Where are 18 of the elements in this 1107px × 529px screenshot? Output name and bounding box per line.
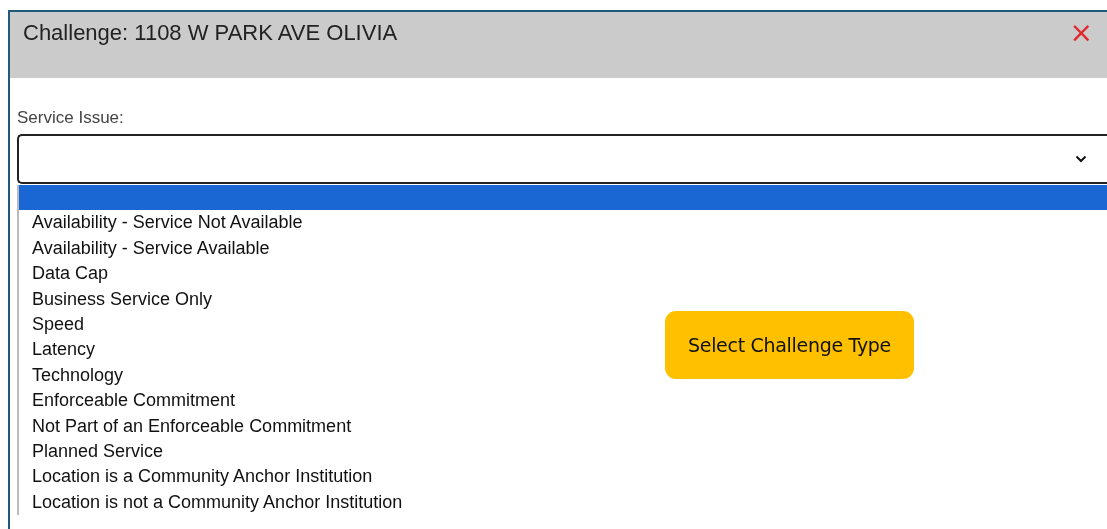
chevron-down-icon (1075, 155, 1087, 163)
dropdown-option[interactable] (19, 185, 1107, 211)
dropdown-option[interactable]: Not Part of an Enforceable Commitment (19, 413, 356, 439)
dropdown-option[interactable]: Planned Service (19, 438, 168, 465)
dropdown-option[interactable]: Technology (19, 362, 128, 389)
dropdown-option[interactable]: Location is a Community Anchor Institution (19, 464, 377, 490)
dropdown-option[interactable]: Latency (19, 337, 100, 363)
dropdown-option[interactable]: Business Service Only (19, 286, 217, 312)
field-label: Service Issue: (17, 108, 125, 128)
dialog-title: Challenge: 1108 W PARK AVE OLIVIA (23, 20, 398, 46)
dropdown-option[interactable]: Enforceable Commitment (19, 388, 240, 414)
dropdown-option[interactable]: Data Cap (19, 261, 113, 287)
service-issue-dropdown[interactable] (17, 134, 1107, 184)
dropdown-option[interactable]: Availability - Service Not Available (19, 210, 307, 236)
dropdown-option[interactable]: Location is not a Community Anchor Institution (19, 489, 407, 516)
dropdown-option[interactable]: Speed (19, 311, 89, 338)
dropdown-option[interactable]: Availability - Service Available (19, 235, 274, 262)
callout-note: Select Challenge Type (665, 311, 914, 379)
